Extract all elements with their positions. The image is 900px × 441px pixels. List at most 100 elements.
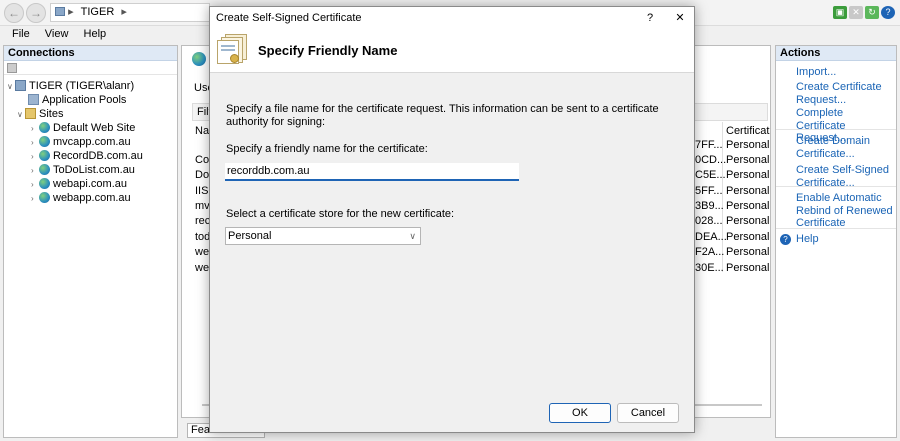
action-divider: [776, 186, 896, 187]
action-help[interactable]: Help: [796, 233, 894, 246]
row-hash[interactable]: 7FF...: [695, 139, 723, 152]
store-label: Select a certificate store for the new c…: [226, 208, 455, 220]
row-store[interactable]: Personal: [726, 262, 769, 275]
tree-site-label: mvcapp.com.au: [53, 136, 131, 148]
expand-icon[interactable]: ›: [31, 178, 39, 191]
row-store[interactable]: Personal: [726, 200, 769, 213]
expand-icon[interactable]: ›: [31, 164, 39, 177]
tree-site-label: Default Web Site: [53, 122, 136, 134]
row-hash[interactable]: 30E...: [695, 262, 724, 275]
row-store[interactable]: Personal: [726, 215, 769, 228]
tree-server[interactable]: ∨ TIGER (TIGER\alanr): [7, 80, 134, 93]
menu-help[interactable]: Help: [84, 27, 107, 41]
dialog-close-button[interactable]: ✕: [672, 10, 688, 26]
tree-server-label: TIGER (TIGER\alanr): [29, 80, 135, 92]
row-store[interactable]: Personal: [726, 139, 769, 152]
tree-site-label: RecordDB.com.au: [53, 150, 143, 162]
tree-app-pools[interactable]: Application Pools: [28, 94, 126, 107]
menu-file[interactable]: File: [12, 27, 30, 41]
go-icon[interactable]: ▣: [833, 6, 847, 19]
server-icon: [15, 80, 26, 91]
row-hash[interactable]: C5E...: [695, 169, 726, 182]
actions-panel: Actions Import... Create Certificate Req…: [775, 45, 897, 438]
row-hash[interactable]: F2A...: [695, 246, 724, 259]
action-import[interactable]: Import...: [796, 66, 894, 79]
menu-view[interactable]: View: [45, 27, 69, 41]
tree-sites[interactable]: ∨ Sites: [17, 108, 63, 121]
dialog-help-button[interactable]: ?: [642, 10, 658, 26]
breadcrumb-sep-2[interactable]: ▸: [121, 6, 127, 18]
refresh-icon[interactable]: ↻: [865, 6, 879, 19]
action-create-request[interactable]: Create Certificate Request...: [796, 81, 894, 106]
row-hash[interactable]: 3B9...: [695, 200, 724, 213]
dialog-heading: Specify Friendly Name: [258, 43, 398, 58]
expand-icon[interactable]: ›: [31, 192, 39, 205]
dialog-header: Specify Friendly Name: [210, 29, 694, 73]
tree-site-label: ToDoList.com.au: [53, 164, 135, 176]
row-hash[interactable]: 5FF...: [695, 185, 723, 198]
row-hash[interactable]: 0CD...: [695, 154, 726, 167]
cancel-button[interactable]: Cancel: [617, 403, 679, 423]
action-divider: [776, 228, 896, 229]
chevron-down-icon: ∨: [409, 231, 416, 241]
tree-site-label: webapi.com.au: [53, 178, 127, 190]
row-store[interactable]: Personal: [726, 169, 769, 182]
create-self-signed-dialog: Create Self-Signed Certificate ? ✕ Speci…: [209, 6, 695, 433]
action-create-domain-cert[interactable]: Create Domain Certificate...: [796, 135, 894, 160]
breadcrumb[interactable]: ▸ TIGER ▸: [50, 3, 210, 22]
row-name[interactable]: rec: [195, 215, 210, 228]
tree-site-webapi[interactable]: › webapi.com.au: [31, 178, 127, 191]
collapse-icon[interactable]: ∨: [17, 108, 25, 121]
row-hash[interactable]: 028...: [695, 215, 723, 228]
row-hash[interactable]: DEA...: [695, 231, 727, 244]
friendly-name-input[interactable]: [225, 163, 519, 181]
globe-icon: [39, 136, 50, 147]
tree-site-todolist[interactable]: › ToDoList.com.au: [31, 164, 135, 177]
expand-icon[interactable]: ›: [31, 122, 39, 135]
feature-globe-icon: [192, 52, 206, 66]
sites-icon: [25, 108, 36, 119]
globe-icon: [39, 122, 50, 133]
certificate-store-select[interactable]: Personal ∨: [225, 227, 421, 245]
store-column-header[interactable]: Certificat: [726, 125, 769, 138]
globe-icon: [39, 192, 50, 203]
connections-panel: Connections ∨ TIGER (TIGER\alanr) Applica…: [3, 45, 178, 438]
globe-icon: [39, 164, 50, 175]
row-store[interactable]: Personal: [726, 246, 769, 259]
tree-site-default[interactable]: › Default Web Site: [31, 122, 135, 135]
connections-title: Connections: [4, 46, 177, 61]
dialog-titlebar[interactable]: Create Self-Signed Certificate: [210, 7, 694, 29]
expand-icon[interactable]: ›: [31, 150, 39, 163]
tree-site-label: webapp.com.au: [53, 192, 131, 204]
breadcrumb-sep: ▸: [68, 6, 74, 18]
action-enable-rebind[interactable]: Enable Automatic Rebind of Renewed Certi…: [796, 192, 894, 230]
store-selected-value: Personal: [228, 230, 272, 242]
actions-title: Actions: [776, 46, 896, 61]
server-small-icon: [55, 7, 65, 16]
dialog-description: Specify a file name for the certificate …: [226, 103, 659, 128]
app-pools-icon: [28, 94, 39, 105]
expand-icon[interactable]: ›: [31, 136, 39, 149]
connections-toolbar: [4, 61, 177, 75]
tree-site-recorddb[interactable]: › RecordDB.com.au: [31, 150, 143, 163]
forward-button[interactable]: →: [26, 3, 46, 23]
tree-sites-label: Sites: [39, 108, 64, 120]
row-store[interactable]: Personal: [726, 185, 769, 198]
row-store[interactable]: Personal: [726, 154, 769, 167]
collapse-icon[interactable]: ∨: [7, 80, 15, 93]
row-name[interactable]: IIS: [195, 185, 208, 198]
back-button[interactable]: ←: [4, 3, 24, 23]
help-menu-icon[interactable]: ?: [881, 6, 895, 19]
row-name[interactable]: tod: [195, 231, 210, 244]
breadcrumb-server[interactable]: TIGER: [81, 6, 115, 18]
help-icon: ?: [780, 234, 791, 245]
tree-app-pools-label: Application Pools: [42, 94, 127, 106]
row-name[interactable]: mv: [195, 200, 210, 213]
tree-site-mvcapp[interactable]: › mvcapp.com.au: [31, 136, 131, 149]
new-connection-icon[interactable]: [7, 63, 17, 73]
row-store[interactable]: Personal: [726, 231, 769, 244]
tree-site-webapp[interactable]: › webapp.com.au: [31, 192, 131, 205]
stop-icon[interactable]: ✕: [849, 6, 863, 19]
ok-button[interactable]: OK: [549, 403, 611, 423]
action-divider: [776, 129, 896, 130]
